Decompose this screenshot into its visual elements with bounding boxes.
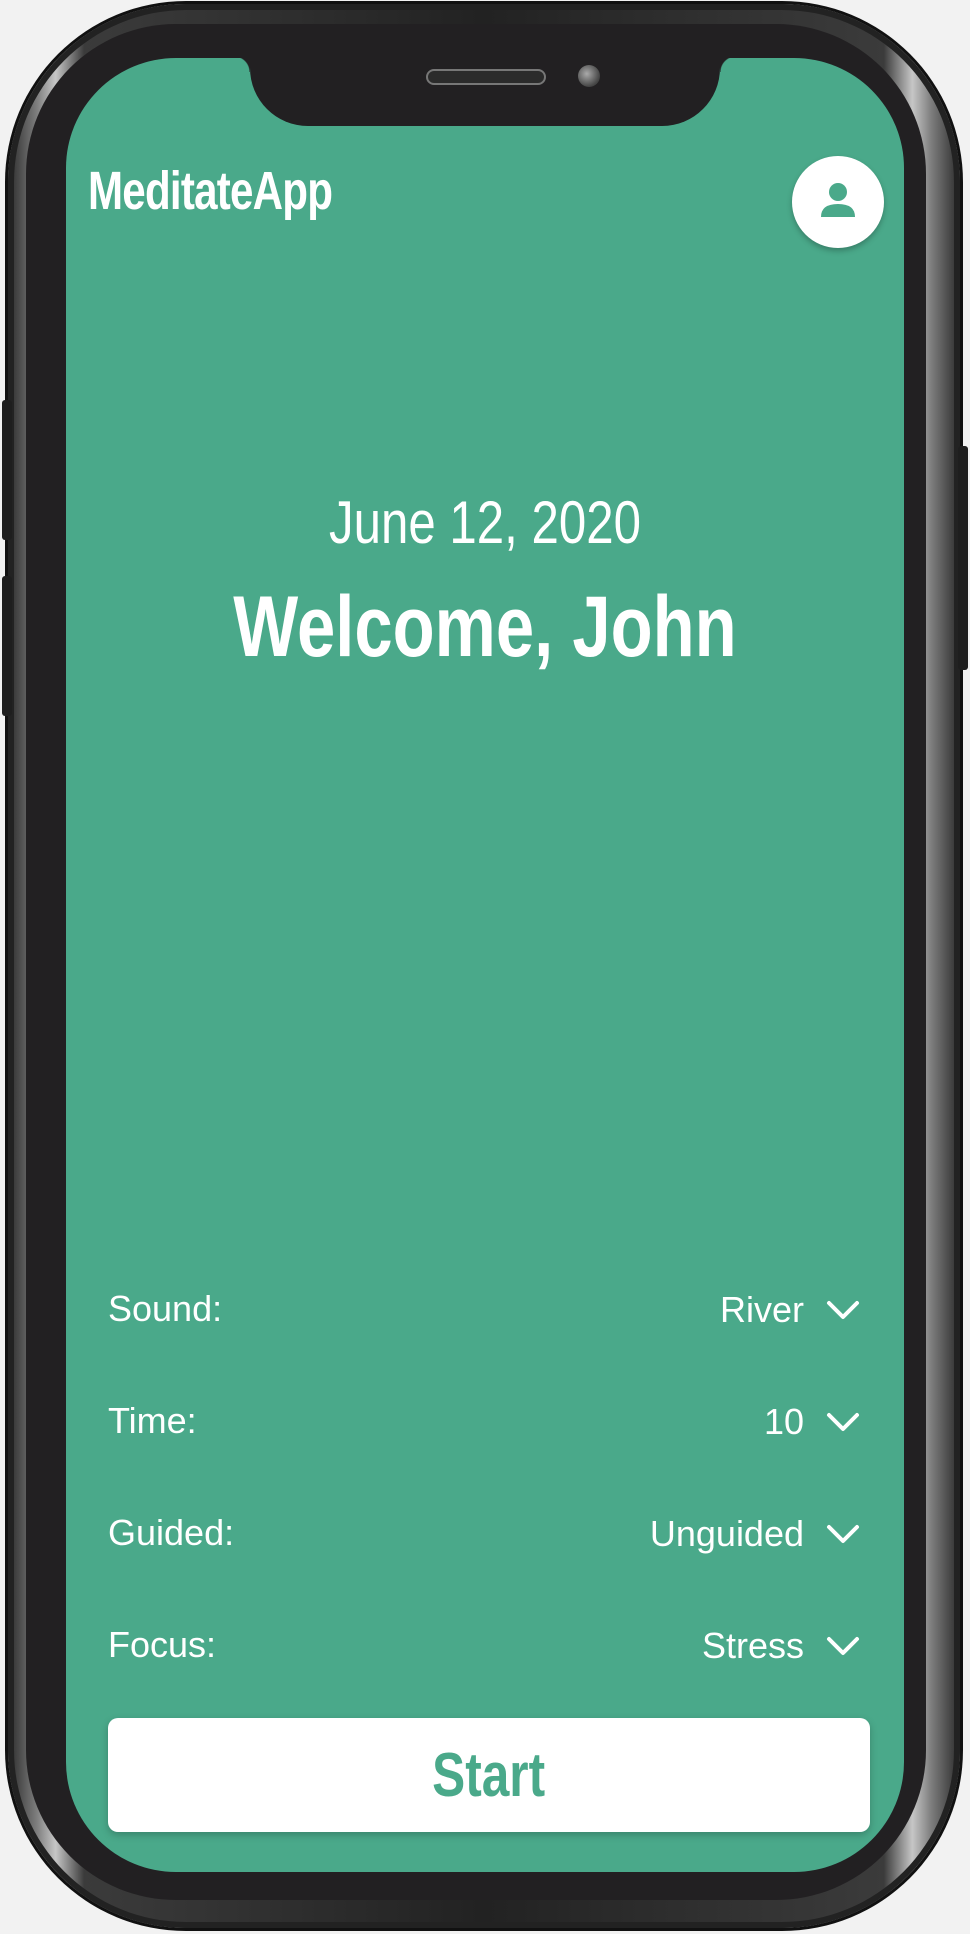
sound-dropdown[interactable]: River: [720, 1280, 860, 1340]
guided-dropdown[interactable]: Unguided: [650, 1504, 860, 1564]
chevron-down-icon: [827, 1301, 859, 1319]
time-dropdown[interactable]: 10: [764, 1392, 860, 1452]
setting-row-guided: Guided: Unguided: [108, 1504, 860, 1564]
setting-value: 10: [763, 1401, 804, 1442]
volume-down-side-button: [2, 576, 12, 716]
app-screen: MeditateApp June 12, 2020 Welcome, John …: [66, 58, 904, 1872]
front-camera: [578, 65, 600, 87]
start-button-label: Start: [432, 1740, 546, 1810]
profile-button[interactable]: [792, 156, 884, 248]
setting-label: Time:: [108, 1400, 197, 1441]
speaker-grille: [426, 69, 546, 85]
setting-label: Focus:: [108, 1624, 217, 1665]
setting-row-sound: Sound: River: [108, 1280, 860, 1340]
chevron-down-icon: [827, 1637, 859, 1655]
setting-value: River: [719, 1289, 804, 1330]
chevron-down-icon: [827, 1413, 859, 1431]
user-icon: [821, 183, 855, 217]
current-date: June 12, 2020: [329, 489, 641, 556]
chevron-down-icon: [827, 1525, 859, 1543]
phone-notch: [234, 58, 736, 126]
setting-value: Unguided: [649, 1513, 804, 1554]
setting-row-time: Time: 10: [108, 1392, 860, 1452]
setting-label: Guided:: [108, 1512, 235, 1553]
power-side-button: [958, 446, 968, 670]
setting-label: Sound:: [108, 1288, 223, 1329]
start-button[interactable]: Start: [108, 1718, 870, 1832]
focus-dropdown[interactable]: Stress: [702, 1616, 860, 1676]
setting-row-focus: Focus: Stress: [108, 1616, 860, 1676]
setting-value: Stress: [701, 1625, 804, 1666]
welcome-heading: Welcome, John: [233, 579, 737, 675]
app-title: MeditateApp: [88, 161, 333, 221]
volume-up-side-button: [2, 400, 12, 540]
